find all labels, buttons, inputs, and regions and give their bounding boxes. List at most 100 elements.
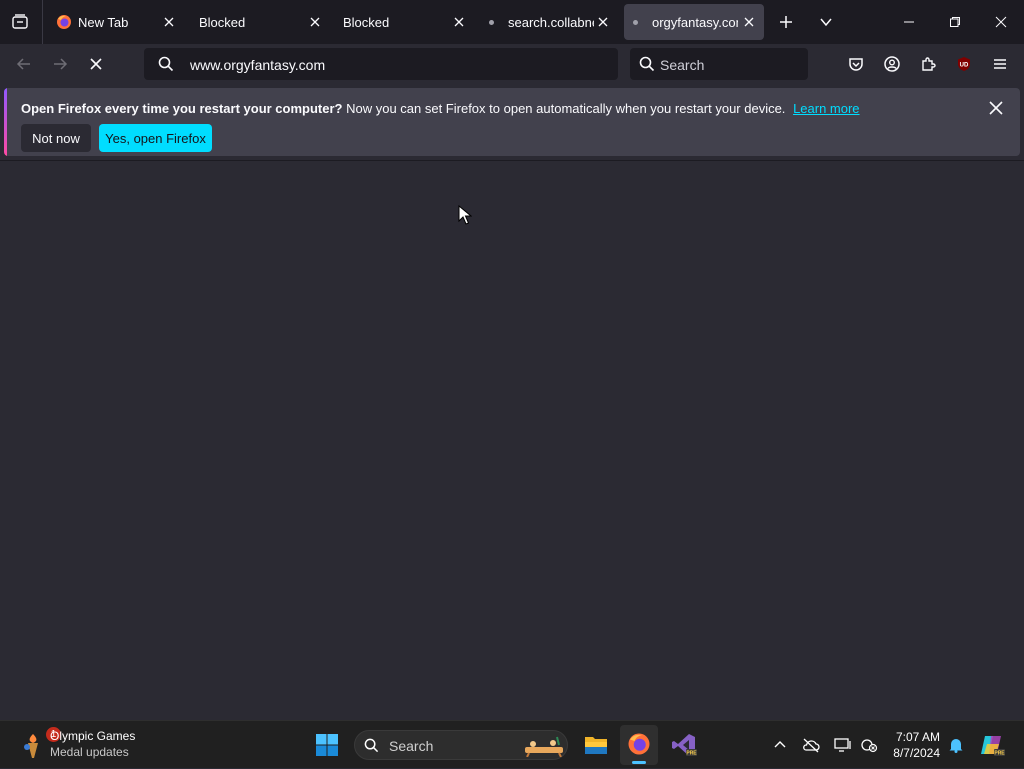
tab-blocked-1[interactable]: Blocked	[190, 4, 330, 40]
tab-close-button[interactable]	[450, 13, 468, 31]
tab-close-button[interactable]	[740, 13, 758, 31]
extensions-button[interactable]	[916, 52, 940, 76]
tab-close-button[interactable]	[594, 13, 612, 31]
close-icon	[454, 17, 464, 27]
taskbar-visual-studio-preview[interactable]: PRE	[668, 729, 700, 761]
close-icon	[310, 17, 320, 27]
notification-close-button[interactable]	[984, 96, 1008, 120]
bell-icon	[949, 739, 963, 753]
chevron-down-icon	[820, 18, 832, 27]
tab-label: orgyfantasy.com	[652, 14, 738, 30]
taskbar-firefox[interactable]	[620, 725, 658, 765]
notification-text: Now you can set Firefox to open automati…	[342, 101, 786, 116]
hamburger-menu-icon	[994, 59, 1006, 69]
start-button[interactable]	[312, 730, 342, 760]
tab-label: New Tab	[78, 14, 129, 30]
list-all-tabs-button[interactable]	[814, 10, 838, 34]
minimize-button[interactable]	[894, 8, 924, 36]
new-tab-button[interactable]	[774, 10, 798, 34]
tab-strip: New Tab Blocked Blocked search.collabnet…	[0, 0, 1024, 44]
firefox-view-button[interactable]	[8, 10, 32, 34]
loading-dot-icon	[633, 19, 638, 25]
close-icon	[989, 101, 1003, 115]
url-text: www.orgyfantasy.com	[190, 57, 326, 73]
windows-logo-icon	[316, 734, 338, 756]
stop-icon	[90, 58, 102, 70]
tab-new-tab[interactable]: New Tab	[48, 4, 184, 40]
ublock-origin-button[interactable]: UD	[952, 52, 976, 76]
copilot-button[interactable]: PRE	[978, 731, 1006, 759]
windows-taskbar: 1 Olympic Games Medal updates Search PRE…	[0, 720, 1024, 768]
taskbar-file-explorer[interactable]	[580, 729, 612, 761]
clock-time[interactable]: 7:07 AM	[896, 730, 940, 744]
chevron-up-icon	[774, 741, 786, 748]
torch-icon	[24, 734, 38, 758]
cloud-off-icon	[803, 738, 820, 753]
default-browser-notification: Open Firefox every time you restart your…	[4, 88, 1020, 156]
monitor-icon	[834, 738, 851, 752]
network-tray-button[interactable]	[858, 735, 880, 755]
arrow-right-icon	[54, 58, 68, 70]
onedrive-tray-button[interactable]	[800, 735, 822, 755]
close-icon	[598, 17, 608, 27]
pocket-icon	[849, 58, 863, 71]
notifications-button[interactable]	[946, 735, 966, 755]
search-bar[interactable]: Search	[630, 48, 808, 80]
news-title: Olympic Games	[50, 729, 136, 743]
active-app-indicator	[632, 761, 646, 764]
show-hidden-icons-button[interactable]	[770, 735, 790, 755]
network-disconnected-icon	[861, 739, 878, 753]
folder-icon	[585, 737, 607, 754]
tab-label: search.collabnet	[508, 14, 594, 30]
close-icon	[164, 17, 174, 27]
page-content[interactable]	[0, 160, 1024, 720]
taskbar-search[interactable]: Search	[354, 730, 568, 760]
restore-button[interactable]	[940, 8, 970, 36]
search-icon	[364, 738, 379, 753]
olympics-search-art-icon	[525, 736, 563, 757]
search-icon	[158, 56, 174, 72]
arrow-left-icon	[16, 58, 30, 70]
tab-search-collabnet[interactable]: search.collabnet	[480, 4, 618, 40]
tab-close-button[interactable]	[160, 13, 178, 31]
menu-button[interactable]	[988, 52, 1012, 76]
copilot-icon: PRE	[981, 736, 1005, 757]
back-button[interactable]	[12, 52, 36, 76]
pocket-button[interactable]	[844, 52, 868, 76]
ublock-icon: UD	[958, 57, 970, 71]
not-now-button[interactable]: Not now	[21, 124, 91, 152]
svg-text:PRE: PRE	[686, 751, 697, 757]
close-icon	[995, 16, 1007, 28]
learn-more-link[interactable]: Learn more	[793, 101, 859, 116]
stop-button[interactable]	[84, 52, 108, 76]
firefox-icon	[628, 733, 650, 755]
mouse-cursor-icon	[458, 205, 472, 225]
svg-text:UD: UD	[960, 63, 969, 69]
yes-open-firefox-button[interactable]: Yes, open Firefox	[99, 124, 212, 152]
search-icon	[639, 56, 655, 72]
puzzle-icon	[922, 57, 936, 71]
visual-studio-icon: PRE	[672, 734, 697, 757]
tab-orgyfantasy[interactable]: orgyfantasy.com	[624, 4, 764, 40]
notification-message: Open Firefox every time you restart your…	[21, 101, 860, 116]
display-tray-button[interactable]	[832, 735, 854, 755]
notification-accent	[4, 88, 7, 156]
firefox-icon	[57, 15, 71, 29]
minimize-icon	[904, 21, 914, 23]
account-icon	[884, 56, 900, 72]
close-window-button[interactable]	[986, 8, 1016, 36]
tab-close-button[interactable]	[306, 13, 324, 31]
url-bar[interactable]: www.orgyfantasy.com	[144, 48, 618, 80]
clock-date[interactable]: 8/7/2024	[893, 746, 940, 760]
forward-button[interactable]	[48, 52, 72, 76]
taskbar-search-placeholder: Search	[389, 738, 434, 754]
tab-blocked-2[interactable]: Blocked	[334, 4, 474, 40]
loading-dot-icon	[489, 19, 494, 25]
close-icon	[744, 17, 754, 27]
news-widget[interactable]: 1 Olympic Games Medal updates	[16, 721, 146, 769]
search-placeholder: Search	[660, 57, 705, 73]
notification-bold-text: Open Firefox every time you restart your…	[21, 101, 343, 116]
news-subtitle: Medal updates	[50, 745, 129, 759]
account-button[interactable]	[880, 52, 904, 76]
svg-text:PRE: PRE	[994, 751, 1005, 757]
